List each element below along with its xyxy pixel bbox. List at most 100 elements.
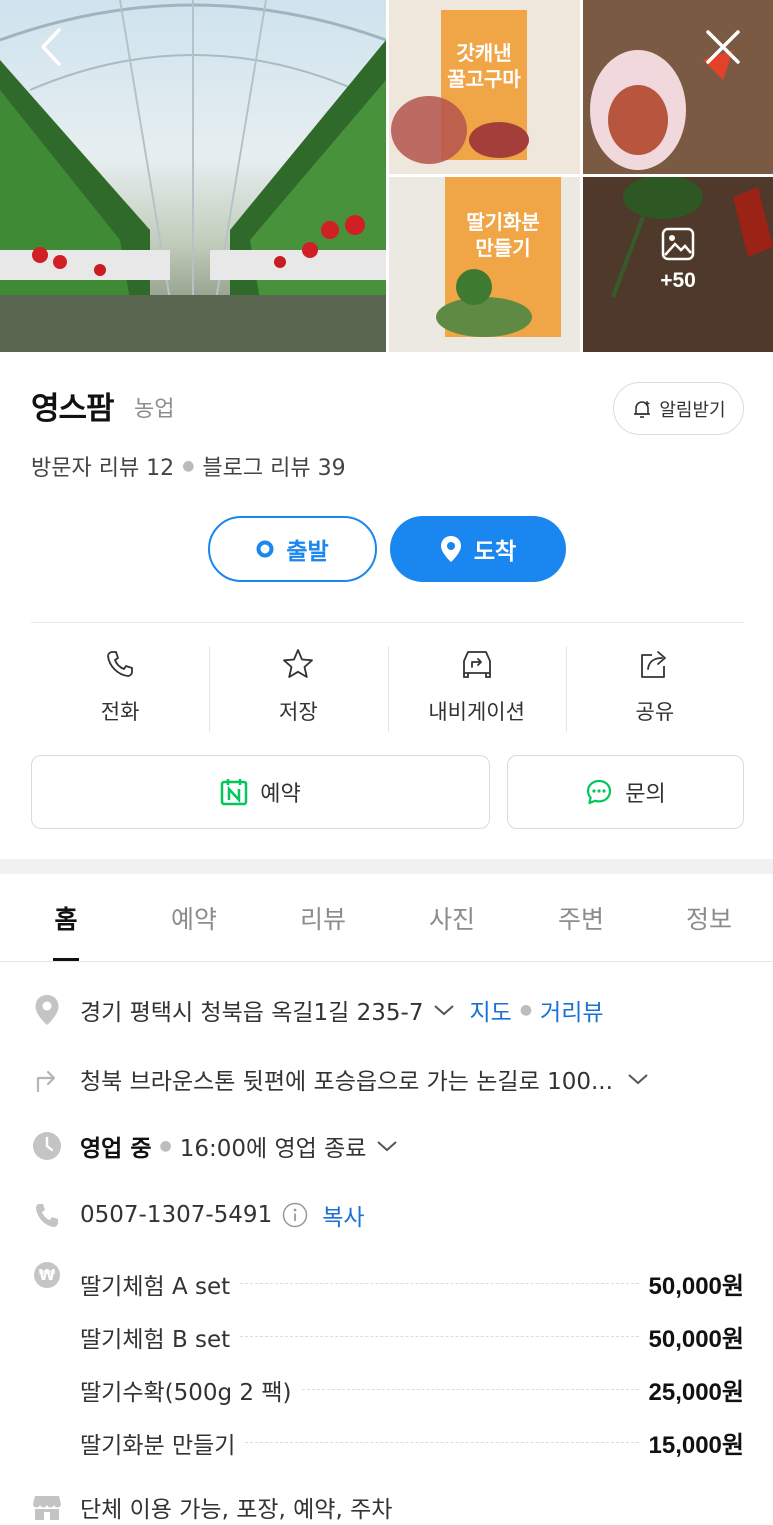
directions-text[interactable]: 청북 브라운스톤 뒷편에 포승읍으로 가는 논길로 100... <box>80 1062 613 1096</box>
more-photos-count: +50 <box>660 269 696 292</box>
price-item[interactable]: 딸기체험 A set 50,000원 <box>31 1266 744 1301</box>
photo-sweet-potato-sign[interactable]: 갓캐낸 꿀고구마 <box>389 0 580 174</box>
leader-line <box>245 1442 639 1443</box>
divider <box>31 622 744 623</box>
price-item-name: 딸기수확(500g 2 팩) <box>80 1379 292 1406</box>
bell-plus-icon <box>634 400 651 418</box>
separator-dot: ● <box>182 458 195 474</box>
route-end-button[interactable]: 도착 <box>390 516 566 582</box>
naver-booking-icon <box>221 779 248 806</box>
back-icon <box>41 28 61 66</box>
map-link[interactable]: 지도 <box>469 993 511 1027</box>
location-pin-icon <box>35 995 59 1025</box>
photo-strawberry-pot-sign[interactable]: 딸기화분 만들기 <box>389 177 580 352</box>
image-icon <box>661 227 695 261</box>
price-item-price: 25,000원 <box>648 1379 745 1406</box>
close-button[interactable] <box>698 22 748 72</box>
price-item-name: 딸기체험 A set <box>80 1273 231 1300</box>
action-bar: 전화 저장 내비게이션 공유 <box>31 644 744 734</box>
more-photos-indicator[interactable]: +50 <box>583 227 773 293</box>
leader-line <box>301 1389 639 1390</box>
address-row: 경기 평택시 청북읍 옥길1길 235-7 지도 ● 거리뷰 <box>31 993 604 1027</box>
amenities-row: 단체 이용 가능, 포장, 예약, 주차 <box>31 1490 392 1524</box>
copy-phone-button[interactable]: 복사 <box>322 1198 364 1232</box>
hours-row: 영업 중 ● 16:00에 영업 종료 <box>31 1129 398 1163</box>
route-start-button[interactable]: 출발 <box>208 516 377 582</box>
active-tab-indicator <box>53 958 79 961</box>
action-label: 저장 <box>279 700 318 724</box>
place-name: 영스팜 <box>31 391 115 427</box>
store-icon <box>33 1496 61 1520</box>
route-start-label: 출발 <box>286 539 329 565</box>
business-status: 영업 중 <box>80 1136 152 1162</box>
info-icon <box>282 1202 308 1228</box>
separator-dot: ● <box>519 1002 533 1018</box>
tab-nearby[interactable]: 주변 <box>558 900 604 936</box>
chevron-down-icon <box>628 1074 648 1085</box>
leader-line <box>240 1336 639 1337</box>
share-icon <box>640 651 666 678</box>
chat-icon <box>587 779 612 805</box>
phone-icon <box>107 651 134 677</box>
price-item[interactable]: 딸기체험 B set 50,000원 <box>31 1319 744 1354</box>
alert-button[interactable]: 알림받기 <box>613 382 744 435</box>
photo-gallery: 갓캐낸 꿀고구마 딸기화분 만들기 +50 <box>0 0 773 352</box>
close-icon <box>706 30 740 64</box>
phone-row: 0507-1307-5491 복사 <box>31 1198 365 1232</box>
back-button[interactable] <box>26 22 76 72</box>
blog-review-link[interactable]: 블로그 리뷰 39 <box>202 450 345 482</box>
visitor-review-link[interactable]: 방문자 리뷰 12 <box>31 450 174 482</box>
clock-icon <box>33 1132 61 1160</box>
price-item-name: 딸기화분 만들기 <box>80 1432 236 1459</box>
alert-label: 알림받기 <box>659 399 726 421</box>
place-category: 농업 <box>134 397 175 422</box>
destination-pin-icon <box>440 536 461 562</box>
inquiry-button[interactable]: 문의 <box>507 755 744 829</box>
phone-info-button[interactable] <box>282 1202 308 1228</box>
navigation-icon <box>462 651 491 678</box>
tab-home[interactable]: 홈 <box>54 900 77 936</box>
origin-dot-icon <box>256 540 274 558</box>
separator-dot: ● <box>159 1138 172 1154</box>
action-label: 전화 <box>100 700 140 724</box>
photo-more[interactable]: +50 <box>583 177 773 352</box>
street-view-link[interactable]: 거리뷰 <box>540 993 603 1027</box>
pot-illustration <box>436 269 532 337</box>
tab-bar: 홈 예약 리뷰 사진 주변 정보 <box>0 874 773 962</box>
star-icon <box>283 649 314 678</box>
address-expand[interactable] <box>433 1003 455 1017</box>
amenities-text: 단체 이용 가능, 포장, 예약, 주차 <box>80 1497 393 1523</box>
directions-row: 청북 브라운스톤 뒷편에 포승읍으로 가는 논길로 100... <box>31 1062 649 1096</box>
price-item[interactable]: 딸기화분 만들기 15,000원 <box>31 1425 744 1460</box>
price-item-price: 50,000원 <box>648 1273 745 1300</box>
tab-reservation[interactable]: 예약 <box>171 900 217 936</box>
tab-photo[interactable]: 사진 <box>429 900 475 936</box>
leader-line <box>240 1283 639 1284</box>
action-share[interactable]: 공유 <box>565 644 744 734</box>
action-label: 내비게이션 <box>428 700 525 724</box>
bag-illustration <box>391 96 529 164</box>
chevron-down-icon <box>434 1005 455 1016</box>
action-navigation[interactable]: 내비게이션 <box>387 644 566 734</box>
directions-expand[interactable] <box>627 1072 649 1086</box>
action-call[interactable]: 전화 <box>31 644 209 734</box>
price-item-name: 딸기체험 B set <box>80 1326 231 1353</box>
action-save[interactable]: 저장 <box>209 644 387 734</box>
business-hours[interactable]: 16:00에 영업 종료 <box>180 1129 367 1163</box>
reserve-label: 예약 <box>260 782 301 807</box>
review-summary: 방문자 리뷰 12 ● 블로그 리뷰 39 <box>31 450 346 482</box>
phone-icon <box>36 1204 58 1227</box>
action-label: 공유 <box>635 700 675 724</box>
reserve-button[interactable]: 예약 <box>31 755 490 829</box>
address-text[interactable]: 경기 평택시 청북읍 옥길1길 235-7 <box>80 993 423 1027</box>
route-end-label: 도착 <box>473 539 517 565</box>
inquiry-label: 문의 <box>625 782 666 807</box>
tab-info[interactable]: 정보 <box>686 900 732 936</box>
phone-number[interactable]: 0507-1307-5491 <box>80 1202 272 1228</box>
hours-expand[interactable] <box>376 1139 398 1153</box>
route-arrow-icon <box>36 1070 56 1093</box>
section-divider <box>0 859 773 874</box>
tab-review[interactable]: 리뷰 <box>300 900 346 936</box>
price-item[interactable]: 딸기수확(500g 2 팩) 25,000원 <box>31 1372 744 1407</box>
price-item-price: 15,000원 <box>648 1432 745 1459</box>
